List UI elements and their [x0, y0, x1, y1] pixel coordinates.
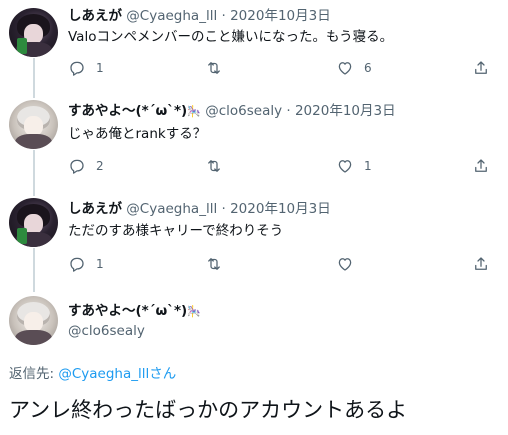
- tweet-text: Valoコンペメンバーのこと嫌いになった。もう寝る。: [68, 29, 394, 45]
- tweet-text: じゃあ俺とrankする？: [68, 126, 207, 142]
- timestamp[interactable]: 2020年10月3日: [295, 103, 396, 119]
- like-count: 6: [364, 61, 372, 75]
- share-button[interactable]: [472, 252, 490, 276]
- handle[interactable]: @clo6sealy: [68, 323, 145, 339]
- carousel-emoji: 🎠: [187, 105, 201, 118]
- like-count: 1: [364, 159, 372, 173]
- focused-tweet-text: アンレ終わったばっかのアカウントあるよ: [9, 398, 408, 422]
- tweet-actions: 2 1: [60, 154, 500, 178]
- like-icon: [338, 62, 352, 75]
- separator: ·: [221, 8, 226, 24]
- display-name[interactable]: しあえが: [68, 201, 122, 217]
- retweet-button[interactable]: [205, 252, 233, 276]
- avatar[interactable]: [9, 296, 58, 345]
- separator: ·: [221, 201, 226, 217]
- tweet[interactable]: しあえが @Cyaegha_lll · 2020年10月3日 Valoコンペメン…: [0, 0, 508, 90]
- like-icon: [338, 160, 352, 173]
- reply-count: 1: [96, 257, 104, 271]
- display-name[interactable]: すあやよ〜(*´ω`*): [68, 303, 187, 319]
- reply-context: 返信先: @Cyaegha_lllさん: [9, 362, 176, 382]
- timestamp[interactable]: 2020年10月3日: [230, 8, 331, 24]
- reply-count: 2: [96, 159, 104, 173]
- handle[interactable]: @Cyaegha_lll: [126, 201, 217, 217]
- display-name[interactable]: しあえが: [68, 8, 122, 24]
- share-icon: [475, 159, 487, 172]
- reply-mention-link[interactable]: @Cyaegha_lllさん: [58, 366, 176, 382]
- handle[interactable]: @Cyaegha_lll: [126, 8, 217, 24]
- retweet-button[interactable]: [205, 154, 233, 178]
- retweet-icon: [208, 160, 220, 172]
- retweet-icon: [208, 62, 220, 74]
- reply-icon: [70, 61, 84, 76]
- tweet-text: ただのすあ様キャリーで終わりそう: [68, 223, 284, 239]
- handle[interactable]: @clo6sealy: [205, 103, 282, 119]
- reply-button[interactable]: 1: [68, 252, 104, 276]
- display-name[interactable]: すあやよ〜(*´ω`*): [68, 103, 187, 119]
- tweet-actions: 1: [60, 252, 500, 276]
- tweet[interactable]: すあやよ〜(*´ω`*)🎠 @clo6sealy · 2020年10月3日 じゃ…: [0, 92, 508, 188]
- reply-button[interactable]: 2: [68, 154, 104, 178]
- avatar[interactable]: [9, 100, 58, 149]
- retweet-icon: [208, 258, 220, 270]
- reply-prefix: 返信先:: [9, 366, 59, 382]
- share-icon: [475, 257, 487, 270]
- avatar[interactable]: [9, 198, 58, 247]
- tweet-actions: 1 6: [60, 56, 500, 80]
- timestamp[interactable]: 2020年10月3日: [230, 201, 331, 217]
- reply-count: 1: [96, 61, 104, 75]
- share-button[interactable]: [472, 154, 490, 178]
- share-button[interactable]: [472, 56, 490, 80]
- share-icon: [475, 61, 487, 74]
- reply-button[interactable]: 1: [68, 56, 104, 80]
- like-icon: [338, 258, 352, 271]
- like-button[interactable]: 1: [336, 154, 372, 178]
- retweet-button[interactable]: [205, 56, 233, 80]
- reply-icon: [70, 257, 84, 272]
- like-button[interactable]: [336, 252, 364, 276]
- tweet[interactable]: しあえが @Cyaegha_lll · 2020年10月3日 ただのすあ様キャリ…: [0, 190, 508, 286]
- avatar[interactable]: [9, 8, 58, 57]
- like-button[interactable]: 6: [336, 56, 372, 80]
- reply-icon: [70, 159, 84, 174]
- carousel-emoji: 🎠: [187, 305, 201, 318]
- separator: ·: [286, 103, 291, 119]
